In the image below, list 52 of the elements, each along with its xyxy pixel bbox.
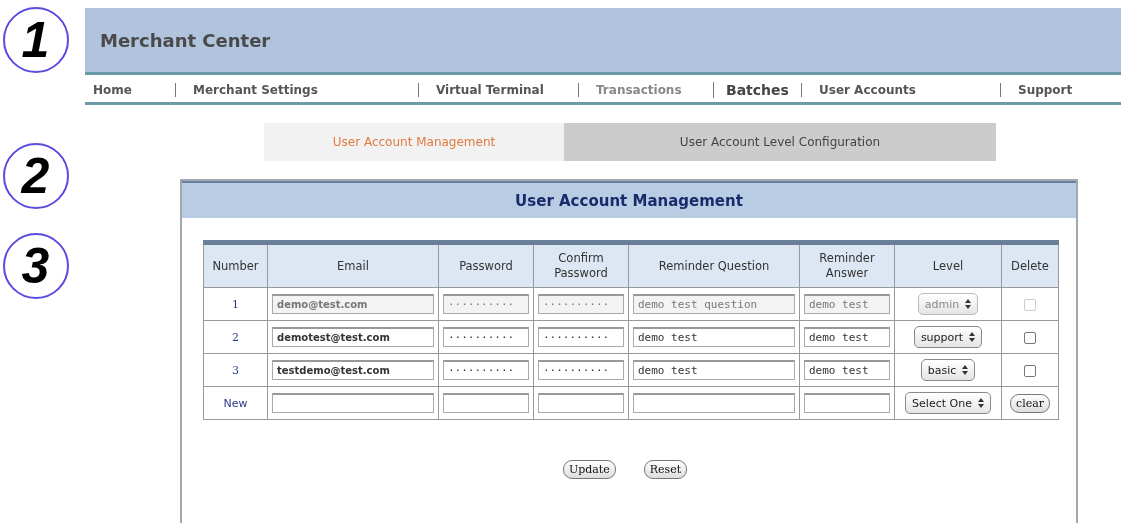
row-number: New bbox=[203, 386, 268, 420]
up-down-icon bbox=[977, 398, 984, 408]
app-title: Merchant Center bbox=[100, 29, 271, 51]
step-number: 3 bbox=[2, 233, 69, 299]
input-field[interactable] bbox=[443, 393, 529, 413]
input-field[interactable]: demo test bbox=[633, 360, 795, 380]
up-down-icon bbox=[969, 332, 976, 342]
delete-checkbox[interactable] bbox=[1024, 331, 1036, 344]
column-header: Confirm Password bbox=[533, 242, 629, 288]
up-down-icon bbox=[965, 299, 972, 309]
step-number: 2 bbox=[2, 143, 69, 209]
clear-button[interactable]: clear bbox=[1010, 393, 1050, 413]
input-field[interactable]: demotest@test.com bbox=[272, 327, 434, 347]
nav-link[interactable]: Support bbox=[1000, 83, 1078, 97]
nav-link[interactable]: Transactions bbox=[578, 83, 713, 97]
column-header: Email bbox=[267, 242, 439, 288]
nav-link[interactable]: Virtual Terminal bbox=[418, 83, 578, 97]
panel-title: User Account Management bbox=[515, 191, 743, 210]
nav-link[interactable]: Merchant Settings bbox=[175, 83, 418, 97]
input-field[interactable] bbox=[804, 393, 890, 413]
form-button[interactable]: Reset bbox=[643, 460, 688, 479]
row-number: 2 bbox=[203, 320, 268, 354]
input-field[interactable]: demo test bbox=[804, 360, 890, 380]
input-field[interactable]: demo test bbox=[633, 327, 795, 347]
up-down-icon bbox=[962, 365, 969, 375]
input-field[interactable]: demo test bbox=[804, 327, 890, 347]
delete-checkbox[interactable] bbox=[1024, 364, 1036, 377]
nav-link[interactable]: Home bbox=[85, 83, 175, 97]
tab[interactable]: User Account Level Configuration bbox=[564, 123, 996, 161]
column-header: Reminder Answer bbox=[799, 242, 895, 288]
input-field[interactable]: testdemo@test.com bbox=[272, 360, 434, 380]
input-field[interactable] bbox=[272, 393, 434, 413]
input-field[interactable]: ·········· bbox=[443, 327, 529, 347]
nav-link[interactable]: User Accounts bbox=[801, 83, 1000, 97]
level-dropdown[interactable]: Select One bbox=[905, 392, 991, 414]
form-button[interactable]: Update bbox=[562, 460, 616, 479]
row-number: 3 bbox=[203, 353, 268, 387]
column-header: Level bbox=[894, 242, 1002, 288]
input-field[interactable]: ·········· bbox=[538, 360, 624, 380]
input-field[interactable]: ·········· bbox=[538, 327, 624, 347]
level-dropdown[interactable]: basic bbox=[920, 359, 976, 381]
row-number: 1 bbox=[203, 287, 268, 321]
column-header: Reminder Question bbox=[628, 242, 800, 288]
input-field[interactable] bbox=[633, 393, 795, 413]
column-header: Number bbox=[203, 242, 268, 288]
step-number: 1 bbox=[2, 7, 69, 73]
nav-link[interactable]: Batches bbox=[713, 82, 801, 98]
input-field[interactable]: ·········· bbox=[443, 360, 529, 380]
column-header: Password bbox=[438, 242, 534, 288]
level-dropdown[interactable]: support bbox=[913, 326, 983, 348]
column-header: Delete bbox=[1001, 242, 1059, 288]
input-field[interactable] bbox=[538, 393, 624, 413]
